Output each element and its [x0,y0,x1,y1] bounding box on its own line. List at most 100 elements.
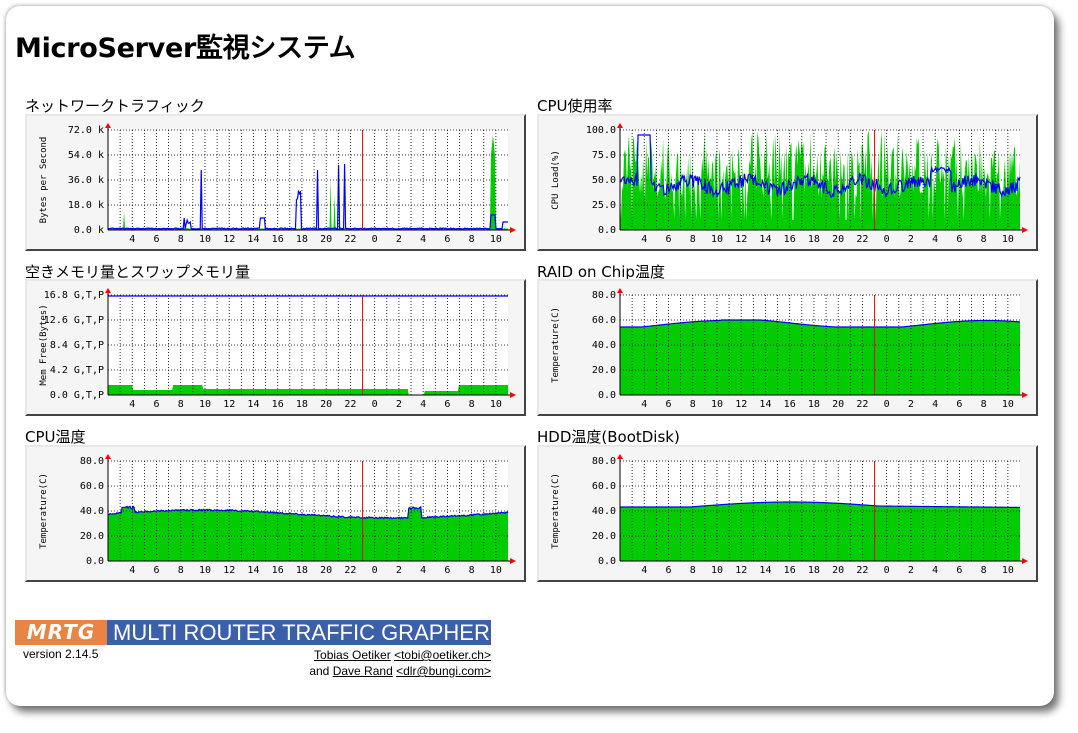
mem-axis-arrow-icon [510,392,516,398]
cpu-xtick-label: 20 [832,234,844,245]
author1-link[interactable]: Tobias Oetiker [314,648,391,662]
mem-ytick-label: 4.2 G,T,P [50,365,104,376]
traffic-xtick-label: 10 [490,234,502,245]
cpu-ytick-label: 50.0 [592,175,616,186]
traffic-graph[interactable]: 72.0 k 54.0 k 36.0 k 18.0 k 0.0 k Bytes per S… [25,114,526,251]
cpu-graph[interactable]: 100.0 75.0 50.0 25.0 0.0 CPU Load(%) 4 6 8 10 12 14… [537,114,1038,251]
raid-xtick-label: 2 [908,399,914,410]
raid-xtick-label: 0 [884,399,890,410]
mem-xtick-label: 10 [199,399,211,410]
hdd-xtick-label: 4 [932,565,938,576]
cputemp-graph[interactable]: 80.0 60.0 40.0 20.0 0.0 Temperature(C) 4 6 8 10 12… [25,445,526,582]
traffic-chart: 72.0 k 54.0 k 36.0 k 18.0 k 0.0 k Bytes per S… [39,123,516,245]
hdd-xtick-label: 10 [1002,565,1014,576]
traffic-xtick-label: 4 [129,234,135,245]
author2-link[interactable]: Dave Rand [333,664,393,678]
traffic-xtick-label: 2 [396,234,402,245]
cputemp-xtick-label: 6 [153,565,159,576]
raid-xtick-label: 20 [832,399,844,410]
cpu-xtick-label: 12 [735,234,747,245]
hdd-ytick-label: 20.0 [592,531,616,542]
cputemp-axis-top-arrow-icon [105,454,111,459]
raid-ytick-label: 60.0 [592,315,616,326]
hdd-xtick-label: 12 [735,565,747,576]
traffic-xtick-label: 14 [247,234,259,245]
cputemp-axis-arrow-icon [510,558,516,564]
raid-ytick-label: 20.0 [592,365,616,376]
hdd-xtick-label: 0 [884,565,890,576]
cputemp-xtick-label: 10 [490,565,502,576]
cpu-xtick-label: 22 [856,234,868,245]
cpu-xtick-label: 14 [759,234,771,245]
raid-xtick-label: 8 [981,399,987,410]
cputemp-xtick-label: 20 [320,565,332,576]
traffic-axis-arrow-icon [510,227,516,233]
cpu-chart: 100.0 75.0 50.0 25.0 0.0 CPU Load(%) 4 6 8 10 12 14… [551,123,1028,245]
mem-ytick-label: 16.8 G,T,P [44,290,104,301]
hdd-graph[interactable]: 80.0 60.0 40.0 20.0 0.0 Temperature(C) 4 6 8 10 12… [537,445,1038,582]
credits: Tobias Oetiker <tobi@oetiker.ch> and Dav… [309,647,491,679]
hdd-axis-top-arrow-icon [617,454,623,459]
cputemp-xtick-label: 6 [444,565,450,576]
raid-graph[interactable]: 80.0 60.0 40.0 20.0 0.0 Temperature(C) 4 6 8 10 12… [537,279,1038,416]
cputemp-ytick-label: 40.0 [80,506,104,517]
cpu-xtick-label: 0 [884,234,890,245]
cputemp-ytick-label: 0.0 [86,556,104,567]
cpu-ytick-label: 25.0 [592,200,616,211]
mem-xtick-label: 18 [296,399,308,410]
cpu-yaxis-title: CPU Load(%) [551,150,561,210]
raid-xtick-label: 8 [690,399,696,410]
mrtg-badge: MRTG [15,620,107,645]
mrtg-logo[interactable]: MRTG MULTI ROUTER TRAFFIC GRAPHER [15,620,491,645]
cputemp-ytick-label: 20.0 [80,531,104,542]
raid-yaxis-title: Temperature(C) [551,307,561,383]
traffic-xtick-label: 18 [296,234,308,245]
hdd-xtick-label: 2 [908,565,914,576]
cpu-ytick-label: 100.0 [586,125,616,136]
traffic-xtick-label: 12 [223,234,235,245]
cpu-xtick-label: 8 [981,234,987,245]
raid-xtick-label: 14 [759,399,771,410]
mem-yaxis-title: Mem Free(Bytes) [39,304,49,385]
cpu-xtick-label: 2 [908,234,914,245]
mem-xtick-label: 20 [320,399,332,410]
raid-axis-arrow-icon [1022,392,1028,398]
hdd-xtick-label: 4 [641,565,647,576]
traffic-ytick-label: 54.0 k [68,150,104,161]
cputemp-xtick-label: 2 [396,565,402,576]
hdd-chart: 80.0 60.0 40.0 20.0 0.0 Temperature(C) 4 6 8 10 12… [551,454,1028,576]
mem-axis-top-arrow-icon [105,288,111,293]
mem-xtick-label: 22 [344,399,356,410]
cpu-xtick-label: 4 [641,234,647,245]
mem-xtick-label: 0 [372,399,378,410]
raid-xtick-label: 18 [808,399,820,410]
traffic-xtick-label: 6 [153,234,159,245]
raid-xtick-label: 10 [1002,399,1014,410]
raid-xtick-label: 6 [956,399,962,410]
raid-ytick-label: 40.0 [592,340,616,351]
cpu-xtick-label: 18 [808,234,820,245]
mem-ytick-label: 0.0 G,T,P [50,390,104,401]
raid-xtick-label: 4 [932,399,938,410]
mem-graph[interactable]: 16.8 G,T,P 12.6 G,T,P 8.4 G,T,P 4.2 G,T,P 0.… [25,279,526,416]
cpu-ytick-label: 0.0 [598,225,616,236]
hdd-xtick-label: 8 [981,565,987,576]
cputemp-xtick-label: 8 [178,565,184,576]
hdd-xtick-label: 22 [856,565,868,576]
hdd-ytick-label: 80.0 [592,456,616,467]
traffic-ytick-label: 36.0 k [68,175,104,186]
hdd-yaxis-title: Temperature(C) [551,473,561,549]
hdd-ytick-label: 60.0 [592,481,616,492]
cpu-xtick-label: 8 [690,234,696,245]
hdd-xtick-label: 10 [711,565,723,576]
raid-xtick-label: 22 [856,399,868,410]
raid-chart: 80.0 60.0 40.0 20.0 0.0 Temperature(C) 4 6 8 10 12… [551,288,1028,410]
author1-email-link[interactable]: <tobi@oetiker.ch> [394,648,491,662]
cpu-ytick-label: 75.0 [592,150,616,161]
traffic-xtick-label: 8 [178,234,184,245]
hdd-xtick-label: 20 [832,565,844,576]
page-title: MicroServer監視システム [15,33,356,64]
cputemp-xtick-label: 14 [247,565,259,576]
author2-email-link[interactable]: <dlr@bungi.com> [396,664,491,678]
raid-ytick-label: 80.0 [592,290,616,301]
